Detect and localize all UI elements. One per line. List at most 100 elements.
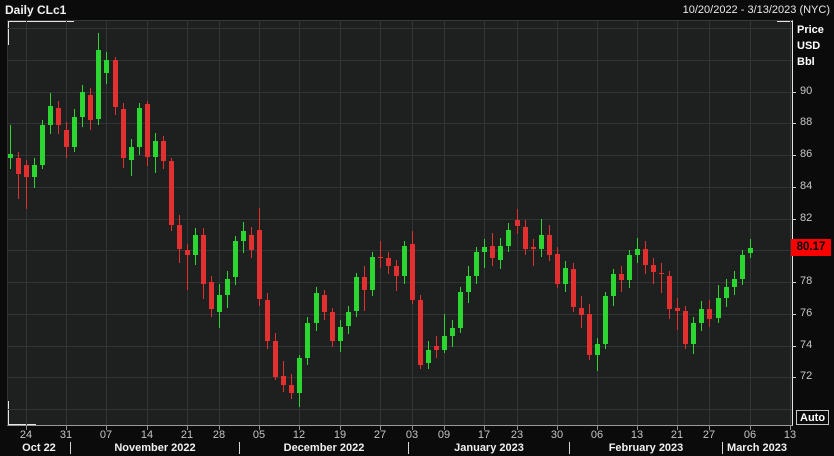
grid-line-horizontal bbox=[8, 346, 792, 347]
candle bbox=[145, 104, 150, 157]
candle bbox=[410, 244, 415, 300]
grid-line-horizontal bbox=[8, 187, 792, 188]
candle bbox=[314, 293, 319, 324]
frame-accent-left-top bbox=[8, 21, 9, 45]
day-tick-label: 13 bbox=[630, 429, 644, 441]
candle bbox=[716, 297, 721, 319]
candle-wick bbox=[380, 240, 381, 268]
auto-scale-button[interactable]: Auto bbox=[796, 410, 830, 425]
grid-line-vertical bbox=[709, 21, 710, 425]
day-tick-label: 17 bbox=[477, 429, 491, 441]
grid-line-horizontal bbox=[8, 219, 792, 220]
candle bbox=[458, 291, 463, 329]
candle bbox=[217, 294, 222, 313]
candle bbox=[595, 344, 600, 356]
price-axis: Price USD Bbl 90 88 86 84 82 78 76 74 72 bbox=[792, 21, 834, 425]
candle bbox=[193, 234, 198, 256]
grid-line-vertical bbox=[219, 21, 220, 425]
day-tick-label: 30 bbox=[550, 429, 564, 441]
candle bbox=[740, 255, 745, 279]
grid-line-horizontal bbox=[8, 314, 792, 315]
month-label: November 2022 bbox=[114, 442, 196, 454]
price-axis-tick bbox=[792, 155, 796, 156]
grid-line-horizontal bbox=[8, 28, 792, 29]
candle bbox=[8, 153, 13, 159]
price-tick-label: 90 bbox=[800, 85, 813, 97]
candle bbox=[402, 245, 407, 276]
candle bbox=[611, 274, 616, 297]
candle bbox=[394, 266, 399, 276]
candle bbox=[651, 264, 656, 273]
day-tick-label: 27 bbox=[373, 429, 387, 441]
candle bbox=[627, 255, 632, 281]
candle bbox=[273, 340, 278, 378]
candle bbox=[547, 234, 552, 256]
chart-title: Daily CLc1 bbox=[5, 3, 67, 17]
candle bbox=[603, 296, 608, 344]
price-unit-line-3: Bbl bbox=[797, 56, 815, 68]
date-range-label: 10/20/2022 - 3/13/2023 (NYC) bbox=[682, 4, 830, 16]
candle bbox=[635, 248, 640, 255]
candle bbox=[16, 158, 21, 175]
candle bbox=[281, 375, 286, 386]
candle bbox=[121, 109, 126, 159]
day-tick-label: 03 bbox=[405, 429, 419, 441]
grid-line-vertical bbox=[677, 21, 678, 425]
grid-line-vertical bbox=[66, 21, 67, 425]
candle bbox=[667, 275, 672, 309]
month-divider bbox=[569, 442, 570, 454]
candle bbox=[96, 50, 101, 119]
candle bbox=[322, 294, 327, 313]
candle bbox=[418, 299, 423, 365]
candle bbox=[506, 229, 511, 246]
candle bbox=[498, 245, 503, 260]
candle bbox=[748, 247, 753, 254]
grid-line-vertical bbox=[637, 21, 638, 425]
price-tick-label: 76 bbox=[800, 307, 813, 319]
grid-line-horizontal bbox=[8, 282, 792, 283]
price-axis-tick bbox=[792, 346, 796, 347]
price-tick-label: 78 bbox=[800, 275, 813, 287]
day-tick-label: 05 bbox=[252, 429, 266, 441]
day-tick-label: 06 bbox=[590, 429, 604, 441]
grid-line-vertical bbox=[750, 21, 751, 425]
candle bbox=[137, 107, 142, 148]
day-tick-label: 12 bbox=[292, 429, 306, 441]
candle bbox=[643, 248, 648, 265]
candle bbox=[330, 312, 335, 341]
candle bbox=[80, 91, 85, 117]
grid-line-vertical bbox=[557, 21, 558, 425]
day-tick-label: 06 bbox=[743, 429, 757, 441]
candle bbox=[161, 140, 166, 162]
day-tick-label: 09 bbox=[437, 429, 451, 441]
day-tick-label: 21 bbox=[180, 429, 194, 441]
time-axis: 24 31 07 14 21 28 05 12 19 27 03 09 17 23 30 06 13 21 27 06… bbox=[0, 425, 834, 456]
candle bbox=[531, 247, 536, 249]
last-price-badge: 80.17 bbox=[791, 239, 831, 256]
candle bbox=[289, 385, 294, 394]
grid-line-vertical bbox=[790, 21, 791, 425]
candle bbox=[579, 307, 584, 316]
price-tick-label: 82 bbox=[800, 212, 813, 224]
candle bbox=[515, 220, 520, 227]
grid-line-vertical bbox=[444, 21, 445, 425]
candle bbox=[297, 358, 302, 394]
candle bbox=[72, 117, 77, 148]
grid-line-vertical bbox=[147, 21, 148, 425]
candle bbox=[265, 299, 270, 341]
candle bbox=[555, 253, 560, 284]
chart-plot-area[interactable] bbox=[7, 20, 793, 426]
grid-line-horizontal bbox=[8, 250, 792, 251]
candle-wick bbox=[10, 124, 11, 170]
candle bbox=[346, 312, 351, 327]
candle bbox=[707, 309, 712, 319]
price-axis-tick bbox=[792, 219, 796, 220]
candle bbox=[482, 247, 487, 252]
candle bbox=[732, 278, 737, 287]
price-unit-line-2: USD bbox=[797, 40, 821, 52]
price-axis-tick bbox=[792, 282, 796, 283]
frame-accent-left-bottom bbox=[8, 401, 9, 425]
day-tick-label: 14 bbox=[140, 429, 154, 441]
candle bbox=[450, 328, 455, 336]
candle bbox=[185, 250, 190, 256]
